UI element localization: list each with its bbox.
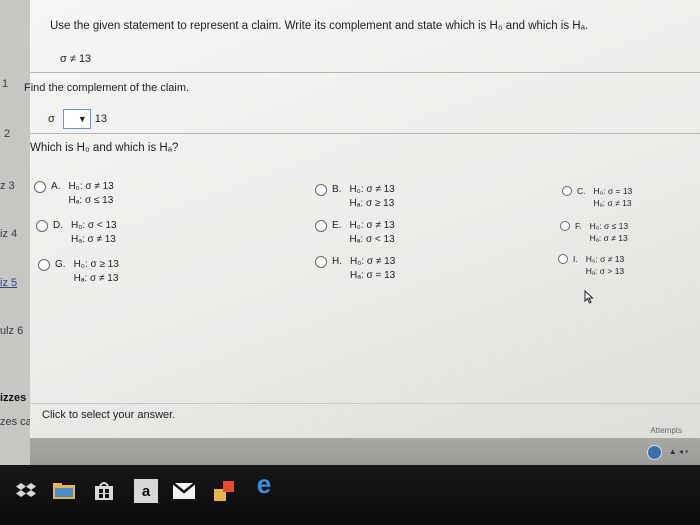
option-h0: H₀: σ ≠ 13 (68, 181, 114, 192)
sidebar-item-4[interactable]: iz 4 (0, 228, 30, 240)
option-c[interactable]: C. H₀: σ = 13 Hₐ: σ ≠ 13 (562, 185, 632, 209)
option-h0: H₀: σ ≥ 13 (73, 259, 119, 270)
divider (30, 72, 700, 73)
option-ha: Hₐ: σ ≠ 13 (589, 233, 628, 243)
option-a[interactable]: A. H₀: σ ≠ 13 Hₐ: σ ≤ 13 (34, 180, 114, 208)
option-h0: H₀: σ ≠ 13 (350, 256, 396, 267)
option-ha: Hₐ: σ ≠ 13 (73, 273, 119, 284)
complement-answer-row: σ ▼ 13 (48, 109, 107, 129)
option-letter: I. (573, 254, 578, 264)
option-ha: Hₐ: σ = 13 (350, 270, 396, 281)
mouse-cursor-icon (584, 289, 594, 307)
option-ha: Hₐ: σ ≥ 13 (349, 198, 395, 209)
sidebar-item-6[interactable]: ulz 6 (0, 325, 30, 337)
option-h[interactable]: H. H₀: σ ≠ 13 Hₐ: σ = 13 (315, 255, 395, 283)
option-letter: B. (332, 184, 342, 195)
option-h0: H₀: σ ≤ 13 (589, 221, 629, 231)
find-complement-label: Find the complement of the claim. (24, 82, 190, 94)
sidebar-item-quizzes-ca[interactable]: zes ca (0, 416, 30, 428)
taskbar: a e (0, 465, 700, 525)
select-answer-instruction: Click to select your answer. (42, 409, 176, 421)
option-h0: H₀: σ ≠ 13 (349, 220, 395, 231)
edge-icon[interactable]: e (250, 469, 278, 499)
radio-h[interactable] (315, 256, 327, 268)
claim-text: σ ≠ 13 (60, 53, 92, 65)
radio-d[interactable] (36, 220, 48, 232)
option-h0: H₀: σ < 13 (71, 220, 117, 231)
attempts-label: Attempts (650, 426, 682, 435)
option-h0: H₀: σ = 13 (593, 186, 633, 196)
option-h0: H₀: σ ≠ 13 (349, 184, 395, 195)
option-b[interactable]: B. H₀: σ ≠ 13 Hₐ: σ ≥ 13 (315, 183, 395, 211)
help-icon[interactable] (647, 445, 662, 460)
option-ha: Hₐ: σ ≠ 13 (71, 234, 116, 245)
which-label: Which is H₀ and which is Hₐ? (30, 142, 179, 154)
option-ha: Hₐ: σ ≠ 13 (593, 198, 632, 208)
dropbox-icon[interactable] (14, 479, 38, 503)
sidebar-item-5[interactable]: iz 5 (0, 277, 30, 289)
mail-icon[interactable] (172, 479, 196, 503)
option-letter: C. (577, 186, 586, 196)
radio-c[interactable] (562, 186, 572, 196)
radio-e[interactable] (315, 220, 327, 232)
radio-i[interactable] (558, 254, 568, 264)
system-tray-icons: ▲ ◂ ▪ (668, 447, 688, 456)
option-e[interactable]: E. H₀: σ ≠ 13 Hₐ: σ < 13 (315, 219, 395, 247)
option-i[interactable]: I. H₀: σ ≠ 13 Hₐ: σ > 13 (558, 253, 624, 277)
question-statement: Use the given statement to represent a c… (50, 20, 589, 32)
app-a-icon[interactable]: a (134, 479, 158, 503)
folder-icon[interactable] (52, 479, 76, 503)
option-f[interactable]: F. H₀: σ ≤ 13 Hₐ: σ ≠ 13 (560, 220, 628, 244)
option-h0: H₀: σ ≠ 13 (585, 254, 625, 264)
radio-a[interactable] (34, 181, 46, 193)
option-letter: E. (332, 220, 342, 231)
chevron-down-icon: ▼ (77, 114, 87, 124)
sigma-symbol: σ (48, 113, 55, 125)
sidebar-item-quizzes[interactable]: izzes (0, 392, 30, 404)
option-d[interactable]: D. H₀: σ < 13 Hₐ: σ ≠ 13 (36, 219, 117, 247)
divider (30, 403, 700, 404)
radio-g[interactable] (38, 259, 50, 271)
sidebar: 1 2 z 3 iz 4 iz 5 ulz 6 izzes zes ca uiz… (0, 0, 31, 480)
option-letter: F. (575, 221, 582, 231)
option-letter: G. (55, 259, 66, 270)
option-ha: Hₐ: σ < 13 (349, 234, 395, 245)
option-ha: Hₐ: σ ≤ 13 (68, 195, 114, 206)
relation-dropdown[interactable]: ▼ (62, 109, 91, 129)
option-letter: H. (332, 256, 342, 267)
app-yellow-icon[interactable] (212, 479, 236, 503)
window-bottom-strip: ▲ ◂ ▪ (30, 438, 700, 465)
instruction-bar: Click to select your answer. (30, 405, 700, 425)
sidebar-item-3[interactable]: z 3 (0, 180, 30, 192)
complement-value: 13 (94, 113, 108, 125)
question-panel: Use the given statement to represent a c… (24, 0, 700, 465)
radio-b[interactable] (315, 184, 327, 196)
option-letter: D. (53, 220, 63, 231)
option-ha: Hₐ: σ > 13 (585, 266, 625, 276)
store-icon[interactable] (92, 479, 116, 503)
option-g[interactable]: G. H₀: σ ≥ 13 Hₐ: σ ≠ 13 (38, 258, 119, 286)
option-letter: A. (51, 181, 61, 192)
radio-f[interactable] (560, 221, 570, 231)
divider (30, 133, 700, 134)
